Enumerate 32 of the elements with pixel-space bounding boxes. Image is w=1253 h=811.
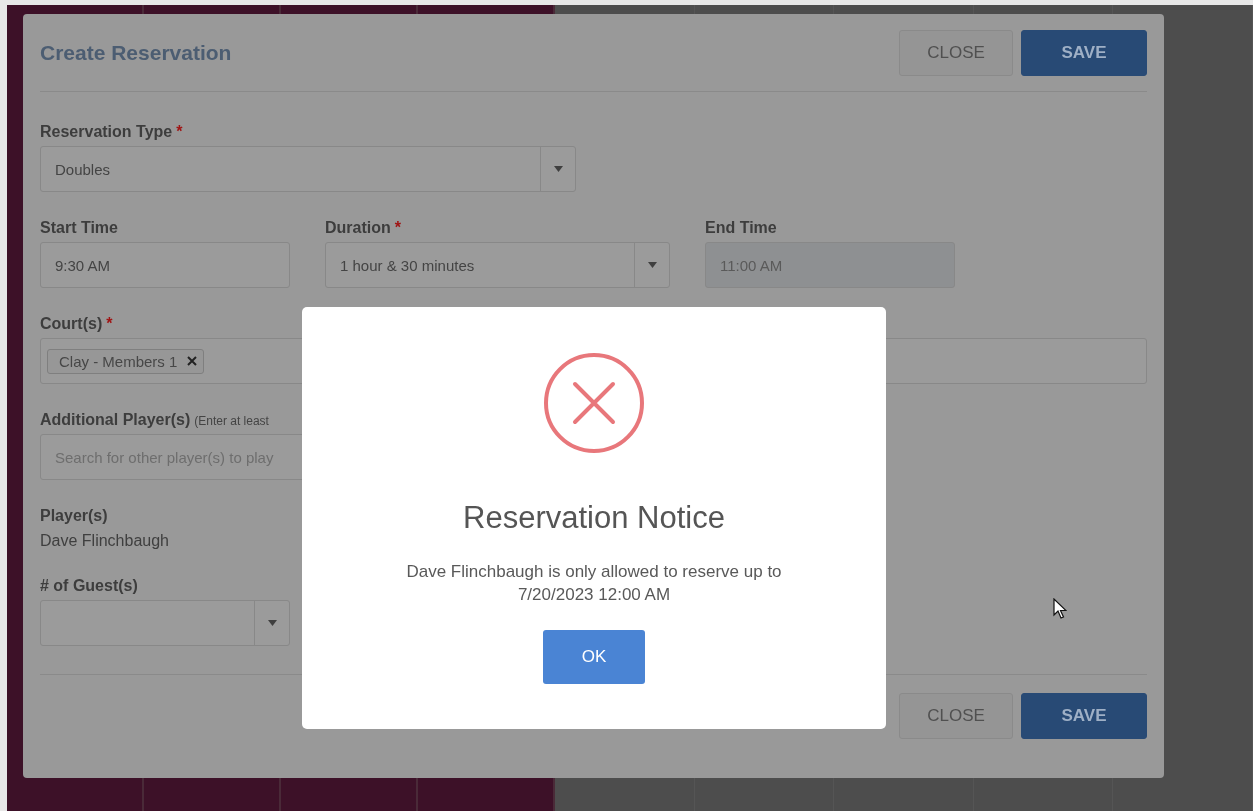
required-asterisk: * xyxy=(106,315,113,333)
caret-icon xyxy=(553,166,563,172)
close-button[interactable]: CLOSE xyxy=(899,29,1013,76)
field-label: # of Guest(s) xyxy=(40,577,138,595)
player-name: Dave Flinchbaugh xyxy=(40,532,169,550)
remove-icon[interactable] xyxy=(187,356,198,366)
required-asterisk: * xyxy=(394,219,401,237)
field-label: Duration xyxy=(325,219,391,237)
field-label: Start Time xyxy=(40,219,118,237)
ok-button[interactable]: OK xyxy=(543,630,645,684)
field-label: End Time xyxy=(705,219,777,237)
modal-title: Create Reservation xyxy=(40,40,233,65)
cursor-icon xyxy=(1053,598,1067,620)
notice-title: Reservation Notice xyxy=(463,500,725,536)
field-label: Player(s) xyxy=(40,507,108,525)
save-button[interactable]: SAVE xyxy=(1021,29,1147,76)
field-label: Court(s) xyxy=(40,315,103,333)
dropdown-field[interactable]: Doubles xyxy=(40,146,576,192)
error-icon xyxy=(543,352,645,454)
close-button[interactable]: CLOSE xyxy=(899,693,1013,739)
field-label: Additional Player(s) xyxy=(40,411,191,429)
dropdown-field[interactable]: 1 hour & 30 minutes xyxy=(325,242,670,288)
field-label: Reservation Type xyxy=(40,123,173,141)
caret-icon xyxy=(647,262,657,268)
save-button[interactable]: SAVE xyxy=(1021,693,1147,739)
field-hint: (Enter at least xyxy=(194,414,269,428)
notice-message: Dave Flinchbaugh is only allowed to reserve up to 7/20/2023 12:00 AM xyxy=(405,561,783,606)
dropdown-field[interactable] xyxy=(40,600,290,646)
caret-icon xyxy=(267,620,277,626)
input-field[interactable]: 9:30 AM xyxy=(40,242,290,288)
required-asterisk: * xyxy=(176,123,183,141)
court-tag: Clay - Members 1 xyxy=(47,348,205,374)
